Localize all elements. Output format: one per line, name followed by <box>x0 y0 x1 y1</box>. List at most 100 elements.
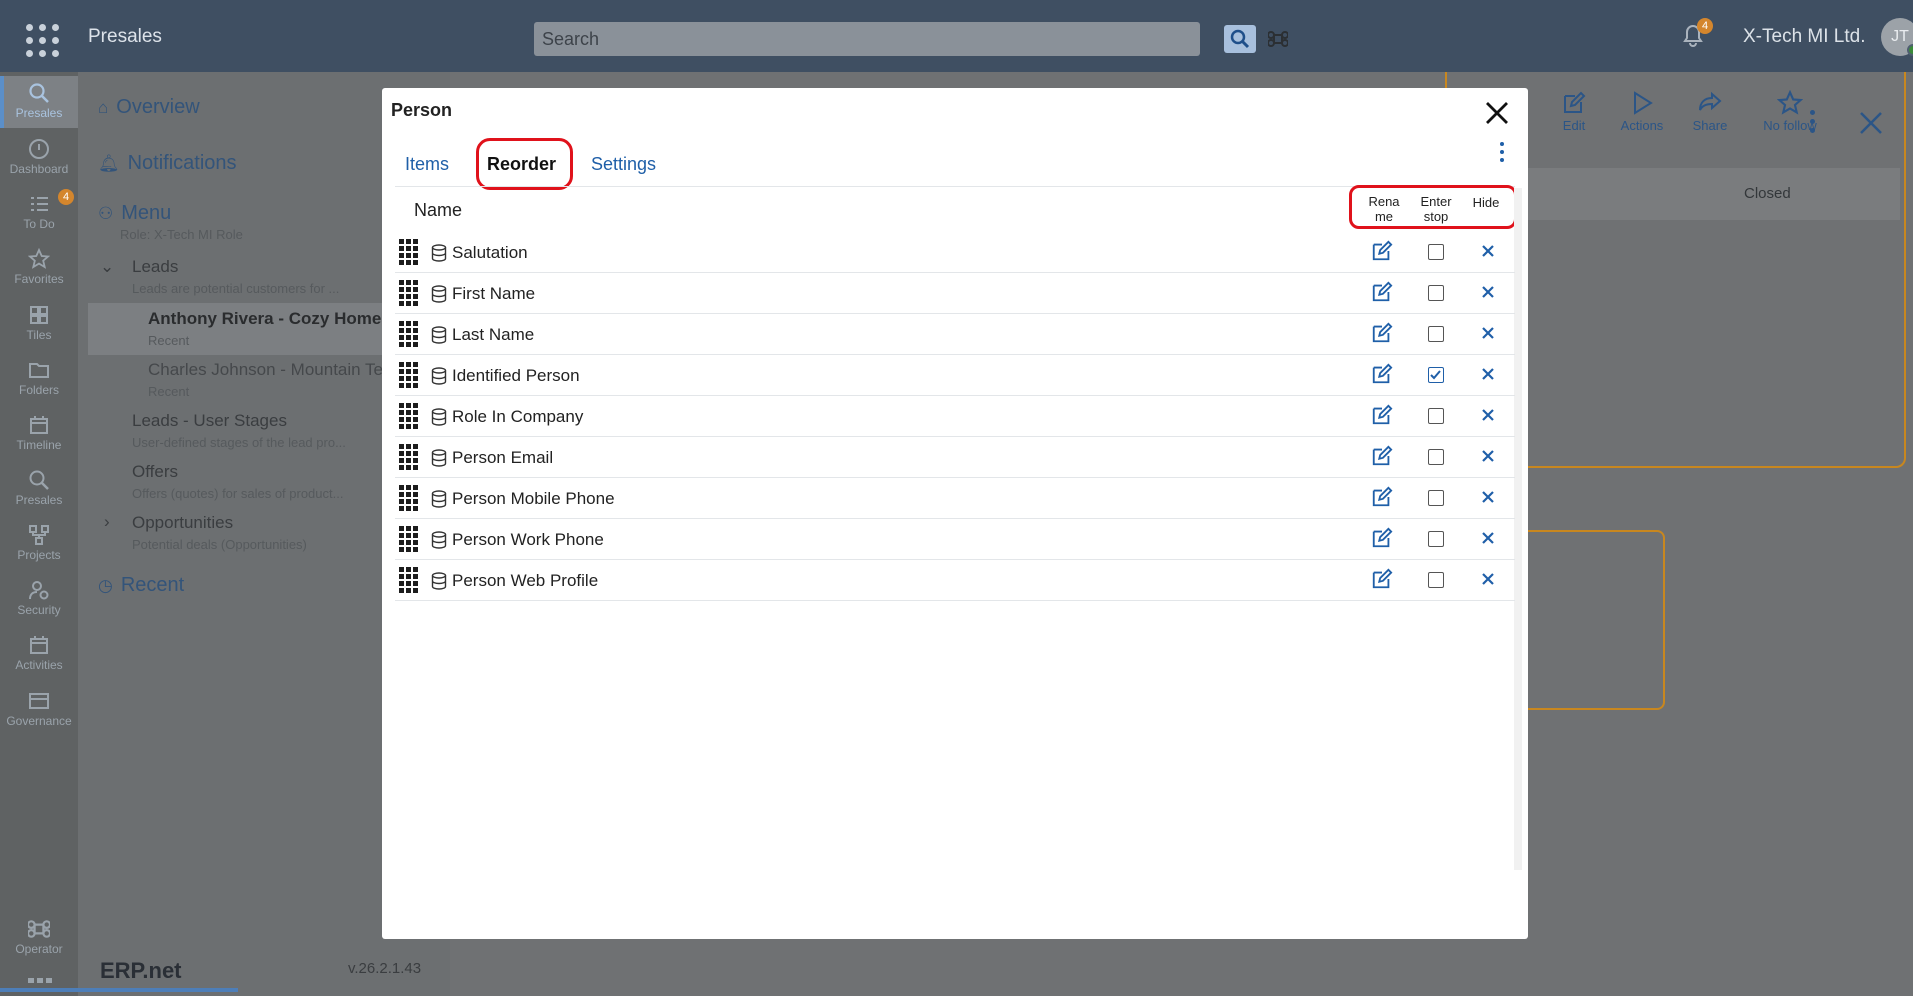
hide-button[interactable] <box>1478 569 1498 589</box>
rail-item-presales-2[interactable]: Presales <box>0 463 78 515</box>
drag-handle-icon[interactable] <box>399 444 419 472</box>
company-name[interactable]: X-Tech MI Ltd. <box>1743 26 1866 48</box>
rename-button[interactable] <box>1371 281 1395 305</box>
rail-label: Favorites <box>14 272 64 286</box>
nav-notifications[interactable]: 🔔︎ Notifications <box>98 152 237 175</box>
rename-button[interactable] <box>1371 404 1395 428</box>
nav-overview[interactable]: ⌂ Overview <box>98 96 200 119</box>
drag-handle-icon[interactable] <box>399 239 419 267</box>
rename-button[interactable] <box>1371 240 1395 264</box>
drag-handle-icon[interactable] <box>399 567 419 595</box>
bell-icon: 🔔︎ <box>98 154 120 173</box>
field-row[interactable]: First Name <box>395 273 1515 314</box>
rail-item-activities[interactable]: Activities <box>0 628 78 680</box>
security-icon <box>29 581 49 600</box>
rail-item-favorites[interactable]: Favorites <box>0 242 78 294</box>
share-button[interactable]: Share <box>1688 90 1732 133</box>
hide-button[interactable] <box>1478 446 1498 466</box>
close-form-icon[interactable] <box>1858 110 1884 141</box>
edit-button[interactable]: Edit <box>1552 90 1596 133</box>
notifications-button[interactable]: 4 <box>1678 18 1714 54</box>
edit-icon <box>1372 527 1393 548</box>
hide-button[interactable] <box>1478 364 1498 384</box>
rename-button[interactable] <box>1371 322 1395 346</box>
enter-stop-checkbox[interactable] <box>1428 244 1444 260</box>
enter-stop-checkbox[interactable] <box>1428 408 1444 424</box>
people-icon: ⚇ <box>98 204 114 223</box>
search-input[interactable] <box>542 25 1102 53</box>
enter-stop-checkbox[interactable] <box>1428 367 1444 383</box>
more-icon[interactable] <box>28 978 52 984</box>
nav-opportunities[interactable]: Opportunities <box>132 513 233 533</box>
field-row[interactable]: Identified Person <box>395 355 1515 396</box>
tab-settings[interactable]: Settings <box>591 154 656 175</box>
field-row[interactable]: Person Web Profile <box>395 560 1515 601</box>
chevron-right-icon[interactable]: › <box>104 512 110 532</box>
dialog-close-button[interactable] <box>1482 98 1512 128</box>
rail-item-folders[interactable]: Folders <box>0 353 78 405</box>
drag-handle-icon[interactable] <box>399 280 419 308</box>
rail-item-security[interactable]: Security <box>0 573 78 625</box>
nav-leads[interactable]: Leads <box>132 257 178 277</box>
drag-handle-icon[interactable] <box>399 403 419 431</box>
hide-button[interactable] <box>1478 282 1498 302</box>
rail-item-operator[interactable]: Operator <box>0 912 78 964</box>
command-button[interactable] <box>1262 25 1294 53</box>
enter-stop-checkbox[interactable] <box>1428 285 1444 301</box>
search-button[interactable] <box>1224 25 1256 53</box>
rail-item-todo[interactable]: To Do 4 <box>0 187 78 239</box>
rail-item-tiles[interactable]: Tiles <box>0 298 78 350</box>
tab-items[interactable]: Items <box>405 154 449 175</box>
rename-button[interactable] <box>1371 445 1395 469</box>
nav-menu[interactable]: ⚇ Menu <box>98 202 171 225</box>
rail-item-governance[interactable]: Governance <box>0 684 78 736</box>
rail-item-projects[interactable]: Projects <box>0 518 78 570</box>
chevron-down-icon[interactable]: ⌄ <box>100 257 114 277</box>
app-launcher-icon[interactable] <box>14 18 64 58</box>
nav-user-stages[interactable]: Leads - User Stages <box>132 411 287 431</box>
nav-notifications-label: Notifications <box>127 152 237 174</box>
actions-button[interactable]: Actions <box>1620 90 1664 133</box>
field-row[interactable]: Last Name <box>395 314 1515 355</box>
rail-label: Timeline <box>16 438 62 452</box>
rename-button[interactable] <box>1371 363 1395 387</box>
nav-offers[interactable]: Offers <box>132 462 178 482</box>
dialog-more-icon[interactable] <box>1492 140 1512 164</box>
field-label: First Name <box>452 284 536 303</box>
rail-item-dashboard[interactable]: Dashboard <box>0 132 78 184</box>
nav-recent[interactable]: ◷ Recent <box>98 574 184 597</box>
avatar[interactable]: JT <box>1881 18 1913 56</box>
hide-button[interactable] <box>1478 405 1498 425</box>
drag-handle-icon[interactable] <box>399 321 419 349</box>
enter-stop-checkbox[interactable] <box>1428 572 1444 588</box>
enter-stop-checkbox[interactable] <box>1428 449 1444 465</box>
drag-handle-icon[interactable] <box>399 362 419 390</box>
home-icon: ⌂ <box>98 98 109 117</box>
lead-item-charles[interactable]: Charles Johnson - Mountain Te <box>148 360 383 380</box>
rail-item-timeline[interactable]: Timeline <box>0 408 78 460</box>
avatar-initials: JT <box>1891 28 1909 45</box>
field-row[interactable]: Person Mobile Phone <box>395 478 1515 519</box>
rail-item-presales[interactable]: Presales <box>0 76 78 128</box>
lead-item-anthony[interactable]: Anthony Rivera - Cozy Homes <box>148 309 391 329</box>
hide-button[interactable] <box>1478 323 1498 343</box>
drag-handle-icon[interactable] <box>399 485 419 513</box>
rename-button[interactable] <box>1371 486 1395 510</box>
field-row[interactable]: Salutation <box>395 232 1515 273</box>
hide-button[interactable] <box>1478 487 1498 507</box>
enter-stop-checkbox[interactable] <box>1428 490 1444 506</box>
rename-button[interactable] <box>1371 568 1395 592</box>
list-scrollbar[interactable] <box>1514 188 1522 870</box>
field-row[interactable]: Person Email <box>395 437 1515 478</box>
actions-label: Actions <box>1620 118 1664 133</box>
enter-stop-checkbox[interactable] <box>1428 326 1444 342</box>
hide-button[interactable] <box>1478 241 1498 261</box>
hide-button[interactable] <box>1478 528 1498 548</box>
drag-handle-icon[interactable] <box>399 526 419 554</box>
close-icon <box>1482 573 1494 585</box>
field-row[interactable]: Role In Company <box>395 396 1515 437</box>
rename-button[interactable] <box>1371 527 1395 551</box>
more-options-icon[interactable] <box>1810 110 1815 133</box>
field-row[interactable]: Person Work Phone <box>395 519 1515 560</box>
enter-stop-checkbox[interactable] <box>1428 531 1444 547</box>
